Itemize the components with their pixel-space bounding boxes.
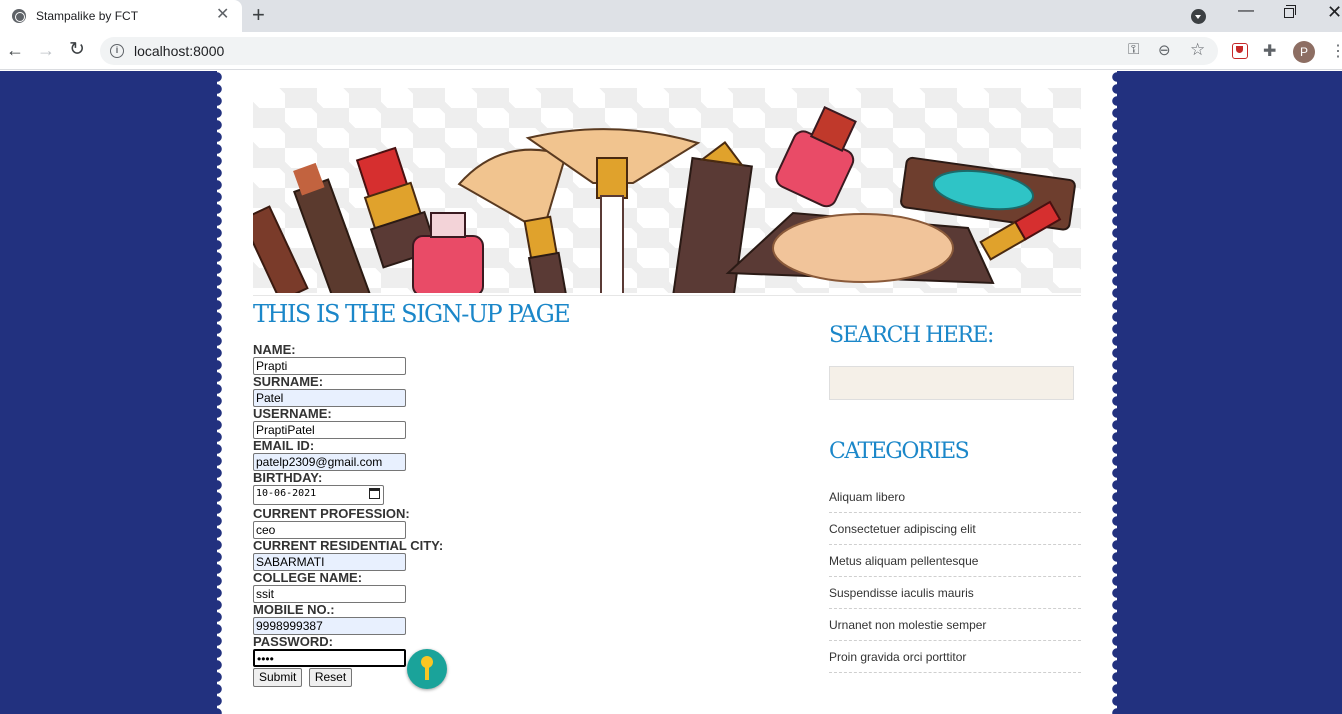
- name-label: NAME:: [253, 342, 296, 357]
- reload-icon[interactable]: ↻: [69, 40, 85, 60]
- birthday-label: BIRTHDAY:: [253, 470, 323, 485]
- close-icon[interactable]: ✕: [216, 6, 229, 24]
- stamp-perforation-right: [1111, 71, 1123, 714]
- password-manager-key-icon[interactable]: [407, 649, 447, 689]
- stamp-perforation-left: [211, 71, 223, 714]
- calendar-icon[interactable]: [369, 488, 380, 499]
- city-input[interactable]: SABARMATI: [253, 553, 406, 571]
- password-label: PASSWORD:: [253, 634, 333, 649]
- birthday-value: 10-06-2021: [256, 488, 317, 499]
- email-label: EMAIL ID:: [253, 438, 315, 453]
- city-label: CURRENT RESIDENTIAL CITY:: [253, 538, 444, 553]
- page-title: THIS IS THE SIGN-UP PAGE: [253, 300, 571, 328]
- tab-title: Stampalike by FCT: [36, 9, 139, 23]
- address-bar[interactable]: i localhost:8000 ⚿ ⊖ ☆: [100, 37, 1218, 65]
- banner-divider: [253, 295, 1081, 296]
- username-input[interactable]: PraptiPatel: [253, 421, 406, 439]
- mobile-input[interactable]: 9998999387: [253, 617, 406, 635]
- globe-icon: [12, 9, 26, 23]
- password-input[interactable]: ••••: [253, 649, 406, 667]
- category-link[interactable]: Proin gravida orci porttitor: [829, 641, 1081, 673]
- browser-toolbar: ← → ↻ i localhost:8000 ⚿ ⊖ ☆ ✚ P ⋮: [0, 32, 1342, 70]
- window-close-icon[interactable]: ✕: [1327, 2, 1342, 23]
- tab-search-icon[interactable]: [1191, 9, 1206, 24]
- reset-button[interactable]: Reset: [308, 668, 353, 687]
- puzzle-icon[interactable]: ✚: [1263, 41, 1276, 61]
- profession-label: CURRENT PROFESSION:: [253, 506, 410, 521]
- category-link[interactable]: Consectetuer adipiscing elit: [829, 513, 1081, 545]
- search-heading: SEARCH HERE:: [829, 323, 994, 348]
- tab-strip: Stampalike by FCT ✕ + — ✕: [0, 0, 1342, 32]
- profession-input[interactable]: ceo: [253, 521, 406, 539]
- category-link[interactable]: Suspendisse iaculis mauris: [829, 577, 1081, 609]
- pocket-icon[interactable]: [1232, 43, 1248, 59]
- categories-heading: CATEGORIES: [829, 439, 970, 464]
- back-arrow-icon[interactable]: ←: [6, 40, 24, 60]
- username-label: USERNAME:: [253, 406, 332, 421]
- signup-form: NAME: Prapti SURNAME: Patel USERNAME: Pr…: [253, 343, 553, 687]
- email-input[interactable]: patelp2309@gmail.com: [253, 453, 406, 471]
- star-icon[interactable]: ☆: [1190, 40, 1205, 60]
- name-input[interactable]: Prapti: [253, 357, 406, 375]
- surname-label: SURNAME:: [253, 374, 324, 389]
- browser-tab[interactable]: Stampalike by FCT ✕: [0, 0, 242, 32]
- mobile-label: MOBILE NO.:: [253, 602, 335, 617]
- birthday-date-input[interactable]: 10-06-2021: [253, 485, 384, 505]
- minimize-icon[interactable]: —: [1238, 2, 1254, 20]
- cosmetics-banner-image: [253, 88, 1081, 293]
- restore-icon[interactable]: [1284, 5, 1296, 18]
- url-text[interactable]: localhost:8000: [134, 43, 224, 59]
- categories-list: Aliquam libero Consectetuer adipiscing e…: [829, 481, 1081, 673]
- menu-icon[interactable]: ⋮: [1330, 41, 1342, 61]
- surname-input[interactable]: Patel: [253, 389, 406, 407]
- category-link[interactable]: Aliquam libero: [829, 481, 1081, 513]
- info-icon[interactable]: i: [110, 44, 124, 58]
- search-input[interactable]: [829, 366, 1074, 400]
- key-icon[interactable]: ⚿: [1128, 41, 1139, 58]
- category-link[interactable]: Metus aliquam pellentesque: [829, 545, 1081, 577]
- college-label: COLLEGE NAME:: [253, 570, 363, 585]
- category-link[interactable]: Urnanet non molestie semper: [829, 609, 1081, 641]
- avatar[interactable]: P: [1293, 41, 1315, 63]
- zoom-icon[interactable]: ⊖: [1158, 41, 1171, 59]
- plus-icon[interactable]: +: [252, 3, 265, 27]
- forward-arrow-icon[interactable]: →: [37, 40, 55, 60]
- submit-button[interactable]: Submit: [253, 668, 303, 687]
- college-input[interactable]: ssit: [253, 585, 406, 603]
